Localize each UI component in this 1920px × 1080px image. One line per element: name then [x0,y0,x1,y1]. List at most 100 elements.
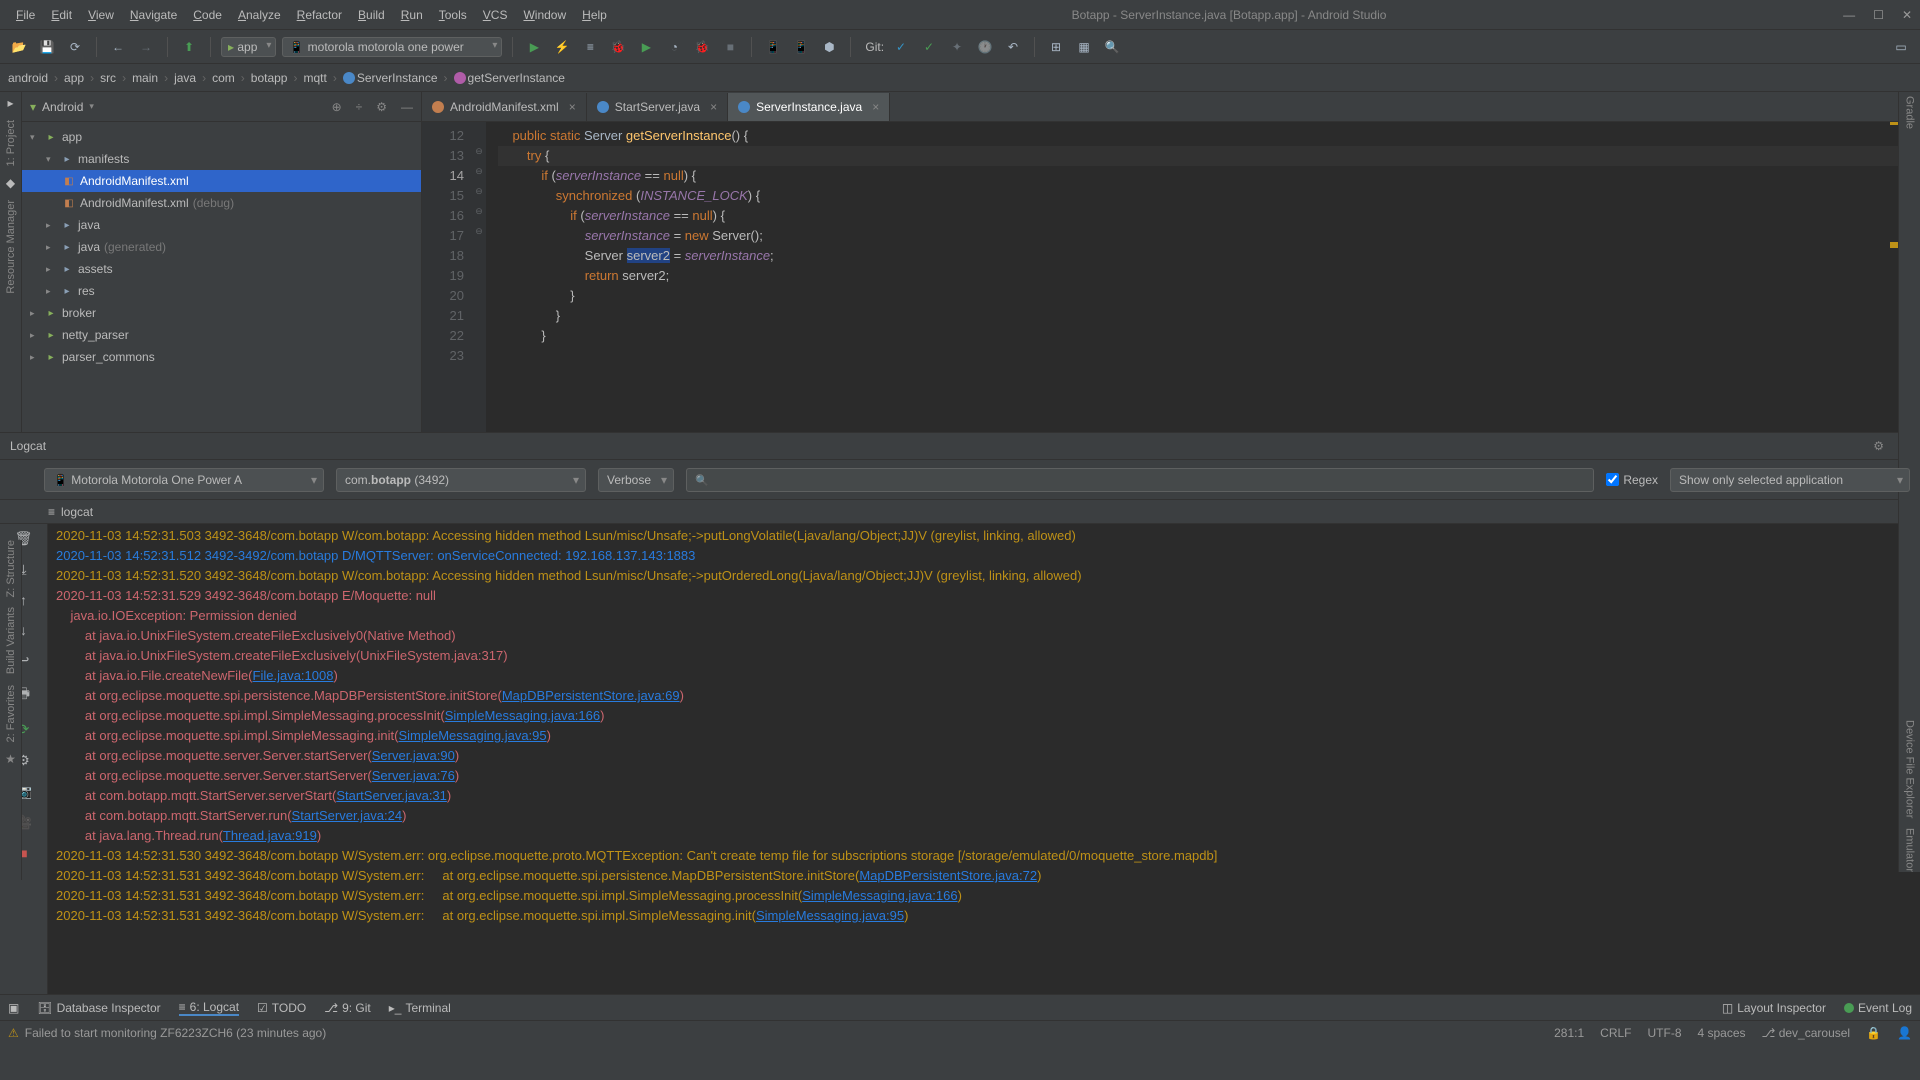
crumb-android[interactable]: android [8,71,48,85]
crumb-mqtt[interactable]: mqtt [303,71,326,85]
crumb-src[interactable]: src [100,71,116,85]
apply-changes-icon[interactable]: ⚡ [551,36,573,58]
tree-AndroidManifest-xml[interactable]: ◧AndroidManifest.xml (debug) [22,192,421,214]
logcat-regex-check[interactable]: Regex [1606,473,1658,487]
resource-icon[interactable]: ⬢ [818,36,840,58]
tab-StartServer-java[interactable]: StartServer.java× [587,93,728,121]
tree-manifests[interactable]: ▾▸manifests [22,148,421,170]
logcat-filter-combo[interactable]: Show only selected application [1670,468,1910,492]
sync-icon[interactable]: ⟳ [64,36,86,58]
git-update-icon[interactable]: ✓ [890,36,912,58]
filter-icon[interactable]: ≡ [48,505,55,519]
save-icon[interactable]: 💾 [36,36,58,58]
star-icon[interactable]: ★ [5,752,16,766]
emulator-label[interactable]: Emulator [1904,828,1916,872]
menu-window[interactable]: Window [515,8,574,22]
open-icon[interactable]: 📂 [8,36,30,58]
tab-terminal[interactable]: ▸_ Terminal [389,1001,451,1015]
menu-analyze[interactable]: Analyze [230,8,289,22]
maximize-icon[interactable]: ☐ [1873,8,1884,22]
resource-mgr-label[interactable]: Resource Manager [5,200,17,294]
tree-java[interactable]: ▸▸java (generated) [22,236,421,258]
sdk-icon[interactable]: 📱 [790,36,812,58]
sort-icon[interactable]: ÷ [356,100,363,114]
avd-icon[interactable]: 📱 [762,36,784,58]
collapse-icon[interactable]: ▸ [7,96,13,110]
tree-java[interactable]: ▸▸java [22,214,421,236]
menu-code[interactable]: Code [185,8,230,22]
tree-broker[interactable]: ▸▸broker [22,302,421,324]
close-icon[interactable]: ✕ [1902,8,1912,22]
tool-windows-icon[interactable]: ▣ [8,1001,19,1015]
crumb-java[interactable]: java [174,71,196,85]
logcat-search-input[interactable] [686,468,1594,492]
minimize-icon[interactable]: — [1843,8,1855,22]
menu-file[interactable]: File [8,8,43,22]
tree-parser_commons[interactable]: ▸▸parser_commons [22,346,421,368]
menu-help[interactable]: Help [574,8,615,22]
status-eol[interactable]: CRLF [1600,1026,1631,1040]
run-config-combo[interactable]: ▸ app [221,37,276,57]
build-icon[interactable]: ⬆ [178,36,200,58]
lock-icon[interactable]: 🔒 [1866,1026,1881,1040]
menu-run[interactable]: Run [393,8,431,22]
structure-label[interactable]: Z: Structure [5,540,17,597]
gradle-label[interactable]: Gradle [1904,96,1916,129]
git-revert-icon[interactable]: ↶ [1002,36,1024,58]
target-icon[interactable]: ⊕ [332,100,342,114]
close-tab-icon[interactable]: × [872,100,879,114]
tab-event-log[interactable]: Event Log [1844,1001,1912,1015]
apply-code-icon[interactable]: ≡ [579,36,601,58]
tree-netty_parser[interactable]: ▸▸netty_parser [22,324,421,346]
project-tool-label[interactable]: 1: Project [5,120,17,166]
device-explorer-label[interactable]: Device File Explorer [1904,720,1916,818]
crumb-ServerInstance[interactable]: ServerInstance [343,71,438,85]
status-branch[interactable]: ⎇ dev_carousel [1762,1026,1851,1040]
logcat-process-combo[interactable]: com.botapp (3492) [336,468,586,492]
tree-res[interactable]: ▸▸res [22,280,421,302]
menu-refactor[interactable]: Refactor [289,8,350,22]
tab-AndroidManifest-xml[interactable]: AndroidManifest.xml× [422,93,587,121]
git-push-icon[interactable]: ✦ [946,36,968,58]
tab-database-inspector[interactable]: 🗄 Database Inspector [37,1001,160,1015]
close-tab-icon[interactable]: × [569,100,576,114]
status-encoding[interactable]: UTF-8 [1648,1026,1682,1040]
git-commit-icon[interactable]: ✓ [918,36,940,58]
inspector-icon[interactable]: 👤 [1897,1026,1912,1040]
hide-icon[interactable]: — [401,100,413,114]
crumb-app[interactable]: app [64,71,84,85]
logcat-level-combo[interactable]: Verbose [598,468,674,492]
profile-icon[interactable]: ◔ [663,36,685,58]
tab-git[interactable]: ⎇ 9: Git [324,1001,371,1015]
stop-icon[interactable]: ■ [719,36,741,58]
crumb-getServerInstance[interactable]: getServerInstance [454,71,565,85]
menu-build[interactable]: Build [350,8,393,22]
menu-edit[interactable]: Edit [43,8,80,22]
tab-logcat[interactable]: ≡ 6: Logcat [179,1000,239,1016]
menu-vcs[interactable]: VCS [475,8,516,22]
layout-icon[interactable]: ▦ [1073,36,1095,58]
build-variants-label[interactable]: Build Variants [5,607,17,674]
crumb-main[interactable]: main [132,71,158,85]
menu-view[interactable]: View [80,8,122,22]
gear-icon[interactable]: ⚙ [376,100,387,114]
close-tab-icon[interactable]: × [710,100,717,114]
favorites-label[interactable]: 2: Favorites [5,685,17,742]
tab-ServerInstance-java[interactable]: ServerInstance.java× [728,93,890,121]
device-combo[interactable]: 📱 motorola motorola one power [282,37,502,57]
run-icon[interactable]: ▶ [523,36,545,58]
project-structure-icon[interactable]: ⊞ [1045,36,1067,58]
logcat-gear-icon[interactable]: ⚙ [1873,439,1884,453]
menu-navigate[interactable]: Navigate [122,8,185,22]
forward-icon[interactable]: → [135,36,157,58]
tree-assets[interactable]: ▸▸assets [22,258,421,280]
attach-icon[interactable]: 🐞 [691,36,713,58]
fold-strip[interactable]: ⊖⊖⊖⊖⊖ [472,122,486,432]
tab-todo[interactable]: ☑ TODO [257,1001,306,1015]
code-area[interactable]: 121314151617181920212223 ⊖⊖⊖⊖⊖ public st… [422,122,1920,432]
notifications-icon[interactable]: ▭ [1890,36,1912,58]
crumb-botapp[interactable]: botapp [251,71,288,85]
resource-mgr-icon[interactable]: ◆ [6,176,15,190]
code-text[interactable]: public static Server getServerInstance()… [486,122,1920,432]
tree-AndroidManifest-xml[interactable]: ◧AndroidManifest.xml [22,170,421,192]
